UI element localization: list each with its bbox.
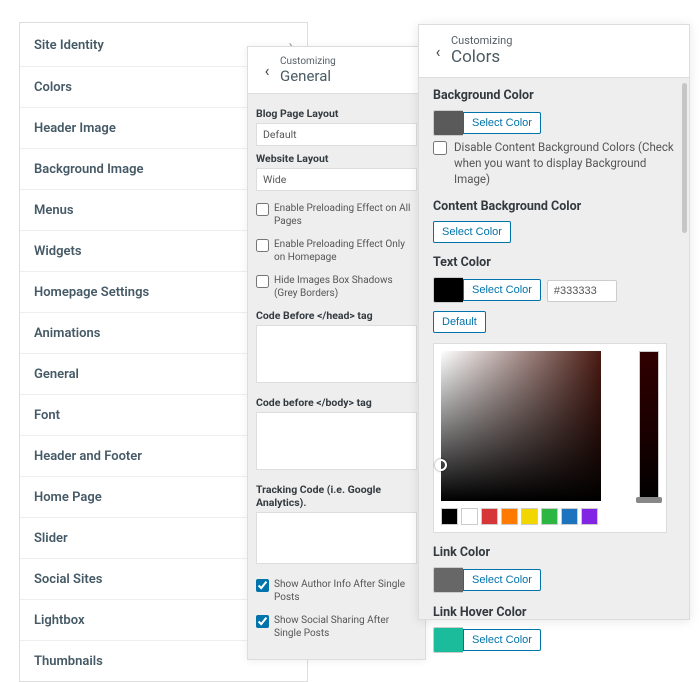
preload-all-option[interactable]: Enable Preloading Effect on All Pages [256,197,417,233]
text-color-control: Select Color Default [433,277,675,333]
link-color-control: Select Color [433,567,675,593]
website-layout-label: Website Layout [256,152,417,165]
section-label: Font [34,408,60,423]
social-sharing-checkbox[interactable] [256,615,269,628]
section-label: Header Image [34,121,116,136]
disable-content-bg-label: Disable Content Background Colors (Check… [454,140,675,187]
back-button[interactable]: ‹ [425,36,451,66]
link-select-color-button[interactable]: Select Color [463,569,541,591]
background-color-label: Background Color [433,88,675,103]
disable-content-bg-option[interactable]: Disable Content Background Colors (Check… [433,140,675,187]
link-color-label: Link Color [433,545,675,560]
color-palette [441,508,659,525]
section-label: Home Page [34,490,102,505]
author-info-option[interactable]: Show Author Info After Single Posts [256,573,417,609]
preload-home-option[interactable]: Enable Preloading Effect Only on Homepag… [256,233,417,269]
section-label: Social Sites [34,572,102,587]
section-label: Header and Footer [34,449,142,464]
breadcrumb: Customizing [280,56,336,67]
palette-color[interactable] [461,508,478,525]
preload-all-checkbox[interactable] [256,203,269,216]
author-info-checkbox[interactable] [256,579,269,592]
color-picker-saturation-area[interactable] [441,351,601,501]
code-head-label: Code Before </head> tag [256,309,417,322]
blog-layout-select[interactable]: Default [256,123,417,146]
section-label: Widgets [34,244,82,259]
link-hover-select-color-button[interactable]: Select Color [463,629,541,651]
website-layout-select[interactable]: Wide [256,168,417,191]
preload-home-label: Enable Preloading Effect Only on Homepag… [274,238,417,264]
link-hover-label: Link Hover Color [433,605,675,620]
section-label: Site Identity [34,38,104,53]
panel-body: Background Color Select Color Disable Co… [419,78,689,671]
panel-title: General [280,67,336,85]
content-bg-select-color-button[interactable]: Select Color [433,221,511,243]
social-sharing-option[interactable]: Show Social Sharing After Single Posts [256,609,417,645]
text-select-color-button[interactable]: Select Color [463,279,541,301]
chevron-left-icon: ‹ [436,42,441,61]
palette-color[interactable] [481,508,498,525]
section-label: Animations [34,326,100,341]
palette-color[interactable] [541,508,558,525]
hide-shadows-option[interactable]: Hide Images Box Shadows (Grey Borders) [256,269,417,305]
panel-body: Blog Page Layout Default Website Layout … [248,94,425,659]
disable-content-bg-checkbox[interactable] [433,141,447,155]
palette-color[interactable] [561,508,578,525]
background-select-color-button[interactable]: Select Color [463,112,541,134]
tracking-code-label: Tracking Code (i.e. Google Analytics). [256,483,417,509]
preload-all-label: Enable Preloading Effect on All Pages [274,202,417,228]
background-color-control: Select Color [433,110,675,136]
palette-color[interactable] [521,508,538,525]
color-picker-hue-slider[interactable] [639,351,659,501]
text-color-default-button[interactable]: Default [433,311,486,333]
text-color-label: Text Color [433,255,675,270]
panel-title-block: Customizing General [280,56,336,85]
social-sharing-label: Show Social Sharing After Single Posts [274,614,417,640]
customizer-general-panel: ‹ Customizing General Blog Page Layout D… [247,46,426,660]
hide-shadows-label: Hide Images Box Shadows (Grey Borders) [274,274,417,300]
text-color-swatch[interactable] [433,277,463,303]
blog-layout-label: Blog Page Layout [256,107,417,120]
section-label: Thumbnails [34,654,103,669]
author-info-label: Show Author Info After Single Posts [274,578,417,604]
hue-slider-handle[interactable] [636,497,662,503]
chevron-left-icon: ‹ [265,61,270,80]
link-color-swatch[interactable] [433,567,463,593]
section-label: Lightbox [34,613,85,628]
scrollbar-thumb[interactable] [682,83,687,233]
customizer-colors-panel: ‹ Customizing Colors Background Color Se… [418,24,690,620]
palette-color[interactable] [501,508,518,525]
color-picker-cursor[interactable] [435,459,447,471]
preload-home-checkbox[interactable] [256,239,269,252]
tracking-code-textarea[interactable] [256,512,417,564]
section-label: Homepage Settings [34,285,149,300]
palette-color[interactable] [441,508,458,525]
palette-color[interactable] [581,508,598,525]
code-body-label: Code before </body> tag [256,396,417,409]
code-body-textarea[interactable] [256,412,417,470]
color-picker [433,343,667,533]
panel-title: Colors [451,47,512,67]
content-bg-label: Content Background Color [433,199,675,214]
section-label: Colors [34,80,72,95]
section-label: Background Image [34,162,143,177]
section-label: Slider [34,531,68,546]
hide-shadows-checkbox[interactable] [256,275,269,288]
panel-header: ‹ Customizing General [248,47,425,94]
panel-header: ‹ Customizing Colors [419,25,689,78]
panel-title-block: Customizing Colors [451,35,512,67]
back-button[interactable]: ‹ [254,55,280,85]
background-color-swatch[interactable] [433,110,463,136]
breadcrumb: Customizing [451,35,512,47]
code-head-textarea[interactable] [256,325,417,383]
section-label: Menus [34,203,74,218]
text-color-hex-input[interactable] [547,280,617,302]
section-label: General [34,367,79,382]
